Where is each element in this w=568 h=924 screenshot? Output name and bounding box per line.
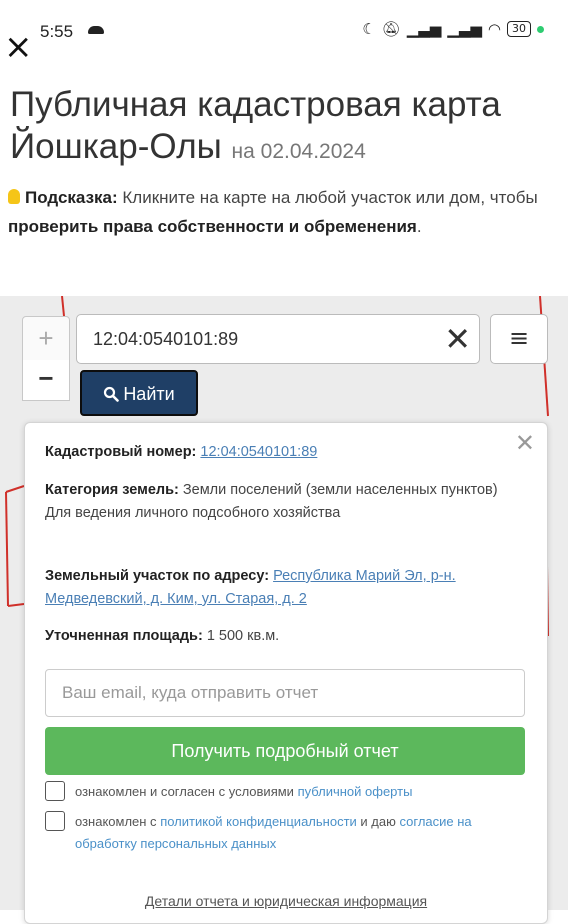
cloud-icon	[88, 26, 104, 34]
consent2-text2: и даю	[360, 814, 396, 829]
privacy-dot-icon	[537, 25, 544, 33]
cadastral-link[interactable]: 12:04:0540101:89	[200, 444, 317, 460]
moon-icon: ☾	[362, 20, 376, 38]
battery-icon: 30	[507, 21, 531, 37]
area-value: 1 500 кв.м.	[206, 628, 280, 644]
search-icon	[104, 386, 120, 402]
address-row: Земельный участок по адресу: Республика …	[45, 565, 525, 611]
status-time: 5:55	[40, 22, 74, 41]
status-bar: 5:55 ☾ 🔕︎ ▁▃▅ ▁▃▅ ◠ 30	[0, 0, 568, 41]
get-report-button[interactable]: Получить подробный отчет	[45, 727, 525, 775]
zoom-in-button[interactable]: +	[22, 316, 70, 362]
report-details-link[interactable]: Детали отчета и юридическая информация	[25, 893, 547, 909]
consent-offer-row: ознакомлен и согласен с условиями публич…	[45, 781, 515, 803]
clear-icon[interactable]: ✕	[444, 319, 471, 359]
hint-bold: проверить права собственности и обремене…	[8, 217, 417, 236]
area-label: Уточненная площадь:	[45, 628, 203, 644]
wifi-icon: ◠	[487, 20, 501, 38]
plot-boundary	[5, 491, 9, 607]
mute-icon: 🔕︎	[381, 20, 401, 38]
privacy-checkbox[interactable]	[45, 811, 65, 831]
title-line2: Йошкар-Олы	[10, 127, 222, 166]
offer-checkbox[interactable]	[45, 781, 65, 801]
status-icons: ☾ 🔕︎ ▁▃▅ ▁▃▅ ◠ 30	[362, 20, 544, 38]
category-row: Категория земель: Земли поселений (земли…	[45, 479, 525, 525]
title-line1: Публичная кадастровая карта	[10, 85, 501, 124]
consent-privacy-row: ознакомлен с политикой конфиденциальност…	[45, 811, 515, 855]
search-input[interactable]: 12:04:0540101:89	[93, 315, 238, 363]
address-label: Земельный участок по адресу:	[45, 568, 270, 584]
plot-boundary	[7, 603, 25, 607]
search-box[interactable]: 12:04:0540101:89 ✕	[76, 314, 480, 364]
title-date: на 02.04.2024	[232, 140, 366, 163]
consent-privacy-text: ознакомлен с политикой конфиденциальност…	[75, 811, 515, 855]
hint: Подсказка: Кликните на карте на любой уч…	[8, 183, 558, 241]
privacy-policy-link[interactable]: политикой конфиденциальности	[160, 814, 357, 829]
cadastral-row: Кадастровый номер: 12:04:0540101:89	[45, 441, 525, 464]
date-value: 02.04.2024	[260, 140, 366, 163]
category-label: Категория земель:	[45, 482, 179, 498]
cadastral-label: Кадастровый номер:	[45, 444, 197, 460]
find-label: Найти	[123, 384, 175, 404]
date-prefix: на	[231, 140, 255, 163]
hint-text2: .	[416, 217, 422, 236]
menu-button[interactable]: ≡	[490, 314, 548, 364]
find-button[interactable]: Найти	[80, 370, 198, 416]
signal-icon: ▁▃▅	[447, 20, 482, 38]
area-row: Уточненная площадь: 1 500 кв.м.	[45, 625, 525, 648]
email-field[interactable]: Ваш email, куда отправить отчет	[45, 669, 525, 717]
plot-boundary	[5, 485, 25, 493]
zoom-out-button[interactable]: −	[22, 360, 70, 401]
offer-link[interactable]: публичной оферты	[298, 784, 413, 799]
usage-value: Для ведения личного подсобного хозяйства	[45, 505, 341, 521]
consent-offer-text: ознакомлен и согласен с условиями публич…	[75, 781, 515, 803]
consent1-text: ознакомлен и согласен с условиями	[75, 784, 294, 799]
page-title: Публичная кадастровая карта Йошкар-Олы н…	[10, 84, 560, 173]
info-popup: ✕ Кадастровый номер: 12:04:0540101:89 Ка…	[24, 422, 548, 924]
consent2-text1: ознакомлен с	[75, 814, 157, 829]
close-icon[interactable]: ×	[4, 30, 33, 64]
category-value: Земли поселений (земли населенных пункто…	[182, 482, 498, 498]
hint-text1: Кликните на карте на любой участок или д…	[122, 188, 538, 207]
signal-icon: ▁▃▅	[406, 20, 442, 38]
lightbulb-icon	[8, 189, 20, 204]
hint-label: Подсказка:	[25, 188, 118, 207]
